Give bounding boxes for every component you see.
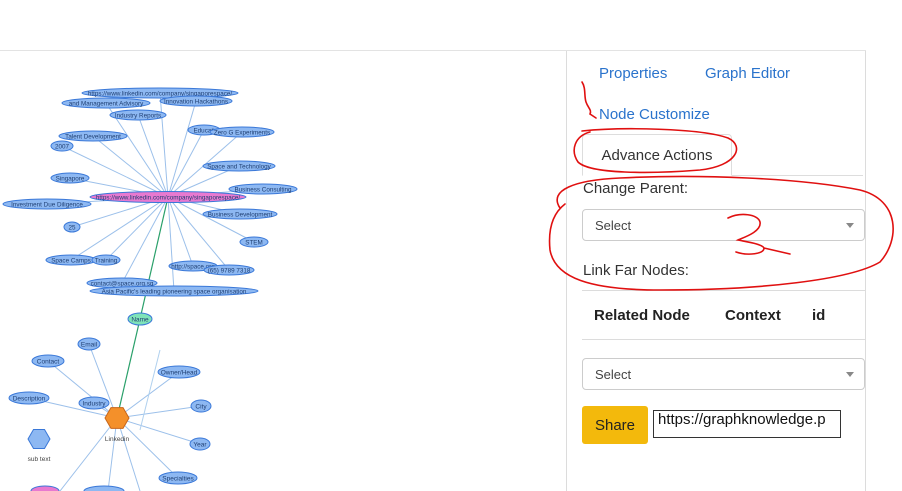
graph-node-label: Innovation Hackathons bbox=[164, 99, 228, 106]
graph-node-label: Investment Due Diligence bbox=[11, 202, 83, 209]
graph-node[interactable]: City bbox=[190, 399, 212, 413]
graph-node-label: Business Development bbox=[208, 212, 273, 219]
link-far-nodes-select[interactable]: Select bbox=[582, 358, 865, 390]
column-id: id bbox=[812, 307, 826, 324]
share-url-field[interactable]: https://graphknowledge.p bbox=[653, 410, 841, 438]
graph-node-label: 2007 bbox=[55, 144, 70, 151]
properties-panel: Properties Graph Editor Node Customize A… bbox=[566, 51, 866, 491]
graph-node-label: Owner/Head bbox=[161, 370, 198, 377]
graph-node-label: Talent Development bbox=[65, 134, 121, 141]
graph-node-label: Specialties bbox=[162, 476, 194, 483]
graph-node-label: City bbox=[195, 404, 207, 411]
graph-node-label: (65) 9789 7318 bbox=[208, 268, 251, 275]
legend-hexagon bbox=[27, 429, 51, 449]
table-header-divider bbox=[582, 339, 865, 340]
graph-node[interactable]: Industry Reports bbox=[109, 109, 167, 121]
graph-node-label: Space Camps bbox=[51, 258, 91, 265]
graph-node[interactable]: (65) 9789 7318 bbox=[203, 264, 255, 276]
graph-node-label: Space and Technology bbox=[207, 164, 271, 171]
graph-node-label: Asia Pacific's leading pioneering space … bbox=[102, 289, 247, 296]
graph-node-label: Description bbox=[13, 396, 46, 403]
graph-name-node-label: Name bbox=[131, 317, 149, 324]
tab-advance-actions[interactable]: Advance Actions bbox=[582, 134, 732, 176]
tab-graph-editor[interactable]: Graph Editor bbox=[705, 65, 790, 82]
graph-node[interactable]: Business Development bbox=[202, 208, 278, 220]
graph-node[interactable]: Zero G Experiments bbox=[209, 126, 275, 138]
graph-node[interactable]: Asia Pacific's leading pioneering space … bbox=[89, 285, 259, 297]
graph-node[interactable]: Space and Technology bbox=[202, 160, 276, 172]
graph-name-node[interactable]: Name bbox=[127, 312, 153, 326]
graph-node-label: Contact bbox=[37, 359, 60, 366]
link-far-nodes-label: Link Far Nodes: bbox=[583, 262, 689, 279]
link-far-nodes-select-value: Select bbox=[595, 366, 632, 382]
graph-node[interactable]: Business Consulting bbox=[228, 183, 298, 195]
graph-node[interactable]: Investment Due Diligence bbox=[2, 198, 92, 210]
chevron-down-icon bbox=[846, 223, 854, 228]
column-context: Context bbox=[725, 307, 781, 324]
graph-node[interactable]: Space Camps bbox=[45, 254, 97, 266]
graph-node-partial[interactable] bbox=[30, 485, 60, 491]
change-parent-select-value: Select bbox=[595, 217, 632, 233]
tab-divider bbox=[732, 175, 863, 176]
graph-center-node-label: https://www.linkedin.com/company/singapo… bbox=[96, 195, 240, 202]
graph-node-label: and Management Advisory bbox=[69, 101, 144, 108]
graph-node[interactable]: STEM bbox=[239, 236, 269, 248]
graph-svg[interactable]: https://www.linkedin.com/company/singapo… bbox=[0, 51, 566, 491]
graph-node-label: 25 bbox=[68, 225, 76, 232]
change-parent-label: Change Parent: bbox=[583, 180, 689, 197]
graph-node[interactable]: Email bbox=[77, 337, 101, 351]
graph-node[interactable]: Industry bbox=[78, 396, 110, 410]
graph-node-label: Industry Reports bbox=[115, 113, 161, 120]
graph-node-label: Business Consulting bbox=[234, 187, 292, 194]
graph-node[interactable]: Owner/Head bbox=[157, 365, 201, 379]
graph-node-label: Year bbox=[193, 442, 207, 449]
graph-node-label: Email bbox=[81, 342, 98, 349]
change-parent-select[interactable]: Select bbox=[582, 209, 865, 241]
graph-node[interactable]: Description bbox=[8, 391, 50, 405]
graph-node[interactable]: Singapore bbox=[50, 172, 90, 184]
graph-node[interactable]: Year bbox=[189, 437, 211, 451]
graph-node[interactable]: and Management Advisory bbox=[61, 97, 151, 109]
tab-properties[interactable]: Properties bbox=[599, 65, 667, 82]
column-related-node: Related Node bbox=[594, 307, 690, 324]
tab-advance-actions-label: Advance Actions bbox=[601, 146, 713, 164]
graph-node[interactable]: Training bbox=[91, 254, 121, 266]
graph-canvas[interactable]: https://www.linkedin.com/company/singapo… bbox=[0, 51, 566, 491]
graph-node[interactable]: Innovation Hackathons bbox=[159, 95, 233, 107]
graph-node-label: Industry bbox=[82, 401, 106, 408]
chevron-down-icon bbox=[846, 372, 854, 377]
legend-label: sub text bbox=[28, 456, 51, 463]
graph-node-partial[interactable] bbox=[83, 485, 125, 491]
tab-node-customize[interactable]: Node Customize bbox=[599, 106, 710, 123]
graph-node[interactable]: 2007 bbox=[50, 140, 74, 152]
graph-node[interactable]: Contact bbox=[31, 354, 65, 368]
graph-node[interactable]: 25 bbox=[63, 221, 81, 233]
graph-node-label: Singapore bbox=[56, 176, 85, 183]
graph-node-label: STEM bbox=[245, 240, 263, 247]
hub-node-label: Linkedin bbox=[105, 436, 130, 443]
graph-node[interactable]: Specialties bbox=[158, 471, 198, 485]
table-top-divider bbox=[582, 290, 865, 291]
graph-center-node[interactable]: https://www.linkedin.com/company/singapo… bbox=[89, 191, 247, 203]
share-button[interactable]: Share bbox=[582, 406, 648, 444]
graph-node-label: Zero G Experiments bbox=[214, 130, 270, 137]
graph-node-label: Training bbox=[95, 258, 118, 265]
graph-node[interactable]: Talent Development bbox=[58, 130, 128, 142]
